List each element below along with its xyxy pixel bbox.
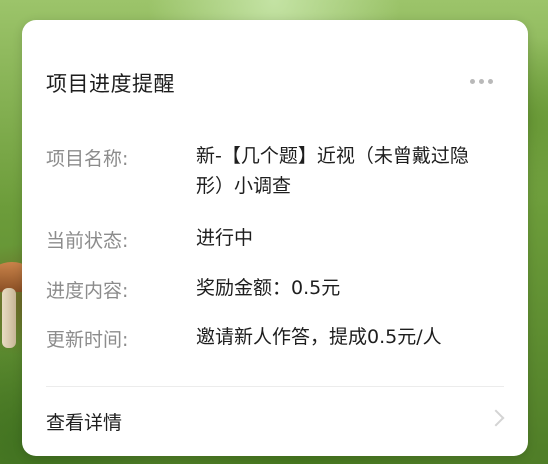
current-status-label: 当前状态: <box>46 230 129 252</box>
card-title: 项目进度提醒 <box>46 72 175 96</box>
project-name-value: 新-【几个题】近视（未曾戴过隐形）小调查 <box>196 145 469 197</box>
divider <box>46 386 504 387</box>
more-dots-icon[interactable] <box>470 79 493 84</box>
update-time-label: 更新时间: <box>46 329 129 351</box>
current-status-value: 进行中 <box>196 227 254 249</box>
progress-content-value: 奖励金额：0.5元 <box>196 277 341 299</box>
progress-reminder-card: 项目进度提醒 项目名称: 新-【几个题】近视（未曾戴过隐形）小调查 当前状态: … <box>22 20 528 456</box>
progress-content-label: 进度内容: <box>46 280 129 302</box>
view-details-link[interactable]: 查看详情 <box>46 408 122 435</box>
project-name-label: 项目名称: <box>46 148 129 170</box>
update-time-value: 邀请新人作答，提成0.5元/人 <box>196 326 442 348</box>
chevron-right-icon[interactable] <box>487 409 505 427</box>
background-mushroom-stem <box>2 288 16 348</box>
